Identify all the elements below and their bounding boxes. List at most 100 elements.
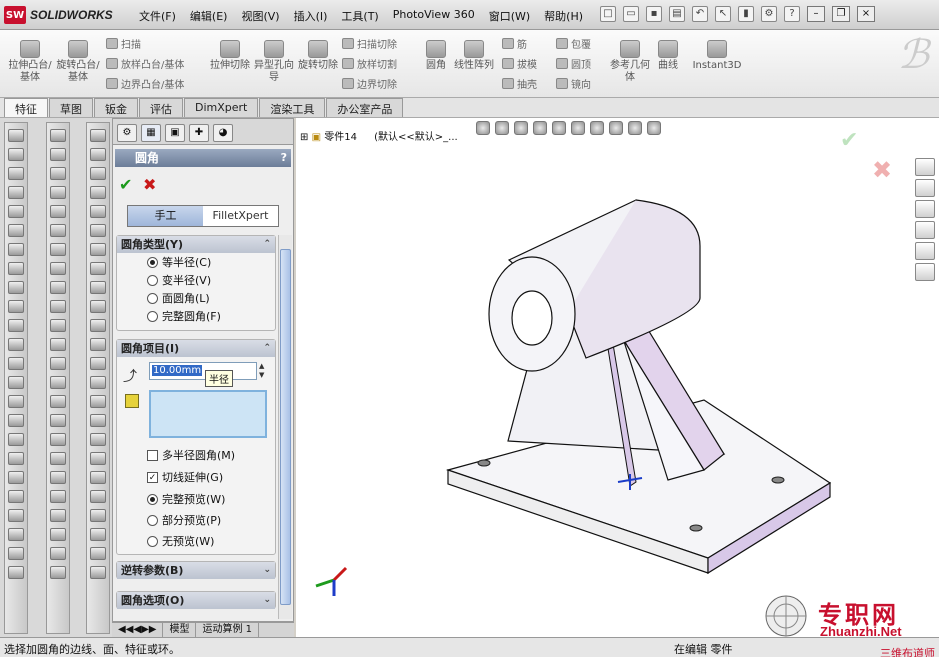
restore-button[interactable]: ❐ — [832, 6, 850, 22]
tool-icon[interactable] — [8, 224, 24, 237]
part-model[interactable] — [296, 118, 939, 637]
tab-model[interactable]: 模型 — [163, 623, 197, 637]
fillet-type-header[interactable]: 圆角类型(Y) ⌃ — [117, 236, 275, 253]
tool-icon[interactable] — [90, 433, 106, 446]
tab-features[interactable]: 特征 — [4, 98, 48, 117]
revolve-cut-button[interactable]: 旋转切除 — [296, 40, 340, 72]
new-doc-icon[interactable]: □ — [600, 6, 616, 22]
tool-icon[interactable] — [8, 262, 24, 275]
filletxpert-mode-button[interactable]: FilletXpert — [203, 206, 278, 226]
tool-icon[interactable] — [90, 452, 106, 465]
display-manager-tab[interactable]: ◕ — [213, 124, 233, 142]
tool-icon[interactable] — [50, 224, 66, 237]
tab-evaluate[interactable]: 评估 — [139, 98, 183, 117]
scrollbar-thumb[interactable] — [280, 249, 291, 605]
menu-help[interactable]: 帮助(H) — [537, 7, 590, 25]
manual-mode-button[interactable]: 手工 — [128, 206, 203, 226]
radio-full-preview[interactable]: 完整预览(W) — [117, 490, 225, 508]
fillet-items-header[interactable]: 圆角项目(I) ⌃ — [117, 340, 275, 357]
menu-insert[interactable]: 插入(I) — [287, 7, 335, 25]
tab-dimxpert[interactable]: DimXpert — [184, 98, 259, 117]
expand-icon[interactable]: ⌄ — [263, 562, 271, 579]
tool-icon[interactable] — [8, 186, 24, 199]
tool-icon[interactable] — [50, 376, 66, 389]
graphics-area[interactable]: ⊞ ▣ 零件14 (默认<<默认>_... ✔ ✖ — [296, 118, 939, 637]
tool-icon[interactable] — [90, 490, 106, 503]
instant3d-button[interactable]: Instant3D — [690, 40, 744, 72]
tool-icon[interactable] — [90, 186, 106, 199]
tool-icon[interactable] — [50, 547, 66, 560]
tool-icon[interactable] — [8, 547, 24, 560]
tool-icon[interactable] — [50, 338, 66, 351]
print-icon[interactable]: ▤ — [669, 6, 685, 22]
tool-icon[interactable] — [8, 319, 24, 332]
tool-icon[interactable] — [50, 148, 66, 161]
tool-icon[interactable] — [50, 490, 66, 503]
tool-icon[interactable] — [8, 376, 24, 389]
tool-icon[interactable] — [8, 281, 24, 294]
mirror-button[interactable]: 镜向 — [556, 76, 591, 91]
tool-icon[interactable] — [90, 224, 106, 237]
select-icon[interactable]: ↖ — [715, 6, 731, 22]
menu-edit[interactable]: 编辑(E) — [183, 7, 235, 25]
tool-icon[interactable] — [90, 509, 106, 522]
tool-icon[interactable] — [50, 566, 66, 579]
tool-icon[interactable] — [8, 471, 24, 484]
tool-icon[interactable] — [90, 395, 106, 408]
tool-icon[interactable] — [50, 262, 66, 275]
multi-radius-checkbox[interactable]: 多半径圆角(M) — [117, 446, 235, 464]
tool-icon[interactable] — [90, 376, 106, 389]
tool-icon[interactable] — [8, 433, 24, 446]
tool-icon[interactable] — [90, 319, 106, 332]
tab-motion-study[interactable]: 运动算例 1 — [196, 623, 259, 637]
design-library-icon[interactable] — [915, 179, 935, 197]
extrude-boss-button[interactable]: 拉伸凸台/基体 — [8, 40, 52, 84]
tab-sheetmetal[interactable]: 钣金 — [94, 98, 138, 117]
tool-icon[interactable] — [90, 566, 106, 579]
options-icon[interactable]: ⚙ — [761, 6, 777, 22]
collapse-icon[interactable]: ⌃ — [263, 236, 271, 253]
tool-icon[interactable] — [50, 471, 66, 484]
radius-spinner[interactable]: ▲ ▼ — [259, 362, 269, 380]
extrude-cut-button[interactable]: 拉伸切除 — [208, 40, 252, 72]
radio-variable-radius[interactable]: 变半径(V) — [117, 271, 275, 289]
items-selection-box[interactable] — [149, 390, 267, 438]
tool-icon[interactable] — [90, 129, 106, 142]
lofted-cut-button[interactable]: 放样切割 — [342, 56, 397, 71]
custom-properties-icon[interactable] — [915, 263, 935, 281]
menu-photoview[interactable]: PhotoView 360 — [386, 7, 482, 25]
wrap-button[interactable]: 包覆 — [556, 36, 591, 51]
tool-icon[interactable] — [50, 509, 66, 522]
tool-icon[interactable] — [90, 262, 106, 275]
tool-icon[interactable] — [50, 186, 66, 199]
tool-icon[interactable] — [8, 452, 24, 465]
menu-tools[interactable]: 工具(T) — [334, 7, 385, 25]
tool-icon[interactable] — [8, 338, 24, 351]
loft-boss-button[interactable]: 放样凸台/基体 — [106, 56, 184, 71]
tab-office-products[interactable]: 办公室产品 — [326, 98, 404, 117]
tool-icon[interactable] — [8, 167, 24, 180]
collapse-icon[interactable]: ⌃ — [263, 340, 271, 357]
swept-cut-button[interactable]: 扫描切除 — [342, 36, 397, 51]
setback-params-header[interactable]: 逆转参数(B) ⌄ — [117, 562, 275, 579]
tool-icon[interactable] — [90, 300, 106, 313]
tool-icon[interactable] — [90, 547, 106, 560]
radio-face-fillet[interactable]: 面圆角(L) — [117, 289, 275, 307]
tool-icon[interactable] — [50, 357, 66, 370]
undo-icon[interactable]: ↶ — [692, 6, 708, 22]
help-icon[interactable]: ? — [784, 6, 800, 22]
tool-icon[interactable] — [8, 205, 24, 218]
open-icon[interactable]: ▭ — [623, 6, 639, 22]
tool-icon[interactable] — [90, 243, 106, 256]
file-explorer-icon[interactable] — [915, 200, 935, 218]
hole-wizard-button[interactable]: 异型孔向导 — [252, 40, 296, 84]
radio-partial-preview[interactable]: 部分预览(P) — [117, 511, 221, 529]
tool-icon[interactable] — [8, 395, 24, 408]
sweep-button[interactable]: 扫描 — [106, 36, 141, 51]
tool-icon[interactable] — [8, 414, 24, 427]
help-icon[interactable]: ? — [281, 149, 287, 167]
revolve-boss-button[interactable]: 旋转凸台/基体 — [56, 40, 100, 84]
tool-icon[interactable] — [90, 148, 106, 161]
tangent-propagation-checkbox[interactable]: ✓ 切线延伸(G) — [117, 468, 223, 486]
radio-full-round[interactable]: 完整圆角(F) — [117, 307, 275, 325]
